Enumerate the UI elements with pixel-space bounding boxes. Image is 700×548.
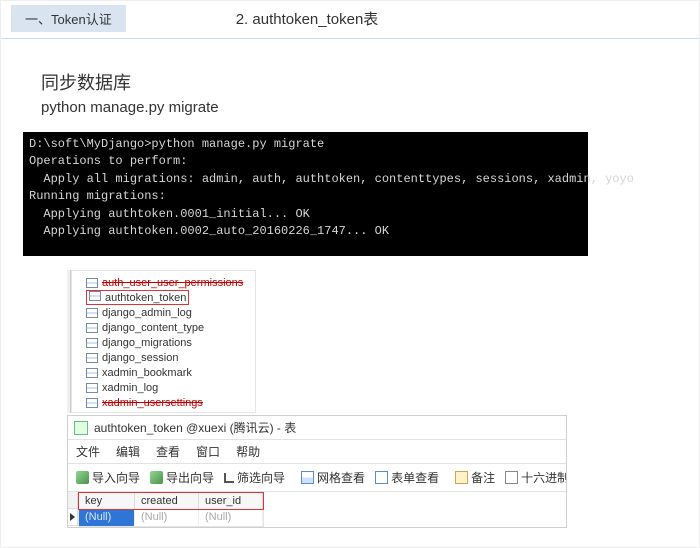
tree-item[interactable]: django_migrations xyxy=(74,335,255,350)
tree-item-label: xadmin_log xyxy=(102,382,158,394)
tree-item[interactable]: xadmin_bookmark xyxy=(74,365,255,380)
heading-cn: 同步数据库 xyxy=(41,69,679,95)
form-icon xyxy=(375,471,388,484)
export-icon xyxy=(150,471,163,484)
tree-item[interactable]: django_session xyxy=(74,350,255,365)
grid-header: key created user_id xyxy=(78,492,264,510)
section-badge: 一、Token认证 xyxy=(11,5,126,32)
hex-icon xyxy=(505,471,518,484)
import-wizard-button[interactable]: 导入向导 xyxy=(72,467,144,488)
menu-view[interactable]: 查看 xyxy=(156,443,180,460)
import-icon xyxy=(76,471,89,484)
db-table-tree: auth_user_user_permissions authtoken_toke… xyxy=(71,270,256,413)
cell-key[interactable]: (Null) xyxy=(79,510,135,526)
menu-window[interactable]: 窗口 xyxy=(196,443,220,460)
tree-item[interactable]: auth_user_user_permissions xyxy=(74,275,255,290)
menubar: 文件 编辑 查看 窗口 帮助 xyxy=(68,440,566,464)
grid-view-button[interactable]: 网格查看 xyxy=(297,467,369,488)
table-row[interactable]: (Null) (Null) (Null) xyxy=(78,510,264,527)
navicat-window: authtoken_token @xuexi (腾讯云) - 表 文件 编辑 查… xyxy=(67,415,567,528)
filter-wizard-button[interactable]: 筛选向导 xyxy=(220,467,289,488)
export-wizard-button[interactable]: 导出向导 xyxy=(146,467,218,488)
titlebar: authtoken_token @xuexi (腾讯云) - 表 xyxy=(68,416,566,440)
tree-item[interactable]: xadmin_log xyxy=(74,380,255,395)
cell-created[interactable]: (Null) xyxy=(135,510,199,526)
tree-item-label: django_content_type xyxy=(102,322,204,334)
menu-edit[interactable]: 编辑 xyxy=(116,443,140,460)
memo-button[interactable]: 备注 xyxy=(451,467,499,488)
table-icon xyxy=(86,278,98,288)
tree-item-label: django_migrations xyxy=(102,337,192,349)
table-icon xyxy=(86,338,98,348)
hex-button[interactable]: 十六进制 xyxy=(501,467,566,488)
current-row-indicator xyxy=(68,509,77,526)
table-icon xyxy=(74,421,88,435)
col-user-id[interactable]: user_id xyxy=(199,493,263,509)
tree-item-label: authtoken_token xyxy=(105,292,186,304)
col-created[interactable]: created xyxy=(135,493,199,509)
grid-icon xyxy=(301,471,314,484)
row-gutter xyxy=(68,492,78,526)
col-key[interactable]: key xyxy=(79,493,135,509)
tree-item[interactable]: xadmin_usersettings xyxy=(74,395,255,410)
cell-user-id[interactable]: (Null) xyxy=(199,510,263,526)
tree-item-label: xadmin_bookmark xyxy=(102,367,192,379)
subtitle: 2. authtoken_token表 xyxy=(236,8,379,29)
memo-icon xyxy=(455,471,468,484)
data-grid[interactable]: key created user_id (Null) (Null) (Null) xyxy=(78,492,264,527)
table-icon xyxy=(86,308,98,318)
heading-cmd: python manage.py migrate xyxy=(41,99,679,116)
menu-help[interactable]: 帮助 xyxy=(236,443,260,460)
window-title: authtoken_token @xuexi (腾讯云) - 表 xyxy=(94,419,296,436)
toolbar: 导入向导 导出向导 筛选向导 网格查看 表单查看 备注 十六进制 图像 A↓ xyxy=(68,464,566,492)
filter-icon xyxy=(224,473,234,483)
tree-item-label: auth_user_user_permissions xyxy=(102,277,243,289)
tree-item-label: django_session xyxy=(102,352,178,364)
form-view-button[interactable]: 表单查看 xyxy=(371,467,443,488)
table-icon xyxy=(86,353,98,363)
tree-item[interactable]: django_admin_log xyxy=(74,305,255,320)
table-icon xyxy=(86,398,98,408)
table-icon xyxy=(86,323,98,333)
tree-item-label: xadmin_usersettings xyxy=(102,397,203,409)
tree-item-label: django_admin_log xyxy=(102,307,192,319)
table-icon xyxy=(89,291,101,301)
tree-item[interactable]: django_content_type xyxy=(74,320,255,335)
menu-file[interactable]: 文件 xyxy=(76,443,100,460)
table-icon xyxy=(86,383,98,393)
table-icon xyxy=(86,368,98,378)
tree-item[interactable]: authtoken_token xyxy=(74,290,255,305)
terminal-output: D:\soft\MyDjango>python manage.py migrat… xyxy=(23,132,588,256)
